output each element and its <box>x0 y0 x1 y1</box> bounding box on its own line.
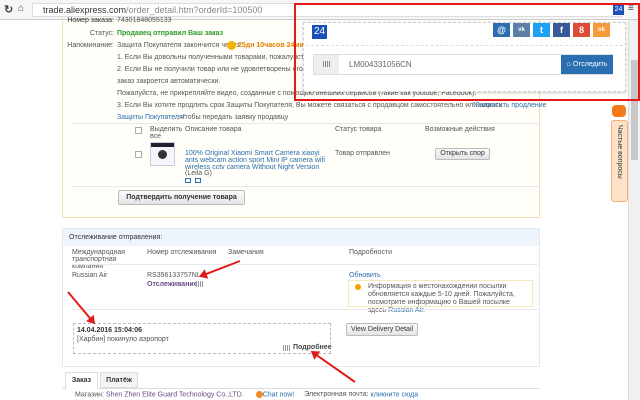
reminder-line: 3. Если Вы хотите продлить срок Защиты П… <box>117 102 503 109</box>
product-variant: (Leila G) <box>185 170 212 177</box>
logo-24: 24 <box>312 25 327 39</box>
confirm-receipt-button[interactable]: Подтвердить получение товара <box>118 190 245 205</box>
email-label: Электронная почта: <box>304 391 369 399</box>
divider <box>72 264 538 265</box>
compare-icon[interactable] <box>195 178 201 183</box>
view-delivery-detail-button[interactable]: View Delivery Detail <box>346 323 418 336</box>
faq-tab[interactable]: Частые вопросы <box>611 120 628 202</box>
tracking-input-group: LM004331056CN ⌂ Отследить <box>313 54 613 75</box>
product-link[interactable]: 100% Original Xiaomi Smart Camera xiaoyi… <box>185 150 333 171</box>
shop-link[interactable]: Shen Zhen Elite Guard Technology Co.,LTD… <box>106 391 244 398</box>
item-checkbox[interactable] <box>135 151 142 158</box>
reminder-text: Защита Покупателя закончится через <box>117 42 240 49</box>
track-button-label: Отследить <box>572 61 608 68</box>
odnoklassniki-share-icon[interactable]: ok <box>593 23 610 37</box>
refresh-link[interactable]: Обновить <box>349 272 381 279</box>
snapshot-icon[interactable] <box>185 178 191 183</box>
tracking-title: Отслеживание отправления: <box>63 229 539 246</box>
pin-icon <box>355 284 361 290</box>
open-dispute-button[interactable]: Открыть спор <box>435 148 490 160</box>
tracking-panel: Отслеживание отправления: Международная … <box>62 228 540 367</box>
latest-event-box: 14.04.2016 15:04:06 [Харбин] покинуло аэ… <box>73 323 332 354</box>
tabs-baseline <box>62 388 540 389</box>
extend-protection-link[interactable]: Защиты Покупателя" <box>117 114 185 121</box>
twitter-share-icon[interactable]: t <box>533 23 550 37</box>
select-all-checkbox[interactable] <box>135 127 142 134</box>
event-text: [Харбин] покинуло аэропорт <box>77 336 169 343</box>
divider <box>72 123 540 124</box>
google-plus-share-icon[interactable]: 8 <box>573 23 590 37</box>
tracking-number: RS356133757NL <box>147 272 201 279</box>
chat-now-link[interactable]: Chat now! <box>263 391 295 398</box>
divider <box>72 186 540 187</box>
col-actions: Возможные действия <box>425 126 495 133</box>
col-remarks: Замечания <box>228 249 264 256</box>
track-button[interactable]: ⌂ Отследить <box>561 55 613 74</box>
product-thumbnail[interactable] <box>150 142 175 166</box>
col-tracking-number: Номер отслеживания <box>147 249 217 256</box>
divider <box>72 309 538 310</box>
mail-share-icon[interactable]: @ <box>493 23 510 37</box>
tracking-input[interactable]: LM004331056CN <box>349 60 412 69</box>
faq-label: Частые вопросы <box>616 125 623 179</box>
divider <box>306 45 623 46</box>
carrier-name: Russian Air <box>72 272 108 279</box>
reminder-label: Напоминание: <box>67 42 114 49</box>
barcode-icon[interactable] <box>196 281 203 287</box>
barcode-icon <box>314 55 339 74</box>
status-label: Статус: <box>89 30 114 37</box>
email-link[interactable]: кликните сюда <box>371 391 419 398</box>
col-details: Подробности <box>349 249 393 256</box>
tab-order[interactable]: Заказ <box>65 372 98 389</box>
extend-text: , чтобы передать заявку продавцу <box>177 114 289 121</box>
order-number: 74301848055133 <box>117 17 172 24</box>
reload-icon[interactable]: ↻ <box>4 3 13 16</box>
col-carrier: Международная транспортная компания <box>72 249 126 270</box>
clock-icon <box>227 41 236 50</box>
chat-icon <box>255 391 263 398</box>
status-value: Продавец отправил Ваш заказ <box>117 30 224 37</box>
robot-icon[interactable] <box>612 105 626 117</box>
order-number-label: Номер заказа: <box>67 17 114 24</box>
col-status: Статус товара <box>335 126 382 133</box>
vk-share-icon[interactable]: vk <box>513 23 530 37</box>
tab-payment[interactable]: Платёж <box>100 372 138 388</box>
reminder-line: заказ закроется автоматически. <box>117 78 221 85</box>
barcode-icon <box>283 345 291 351</box>
extend-protection-link[interactable]: "Запросить продление <box>473 102 547 109</box>
info-box: Информация о местонахождении посылки обн… <box>348 280 533 314</box>
footer-shop-line: Магазин: Shen Zhen Elite Guard Technolog… <box>75 391 418 398</box>
facebook-share-icon[interactable]: f <box>553 23 570 37</box>
event-time: 14.04.2016 15:04:06 <box>77 327 142 334</box>
select-all-label: Выделить все <box>150 126 183 140</box>
shop-label: Магазин: <box>75 391 104 399</box>
home-icon[interactable]: ⌂ <box>18 3 24 14</box>
item-status: Товар отправлен <box>335 150 390 157</box>
col-description: Описание товара <box>185 126 242 133</box>
track-link[interactable]: Отслеживание <box>147 281 198 288</box>
